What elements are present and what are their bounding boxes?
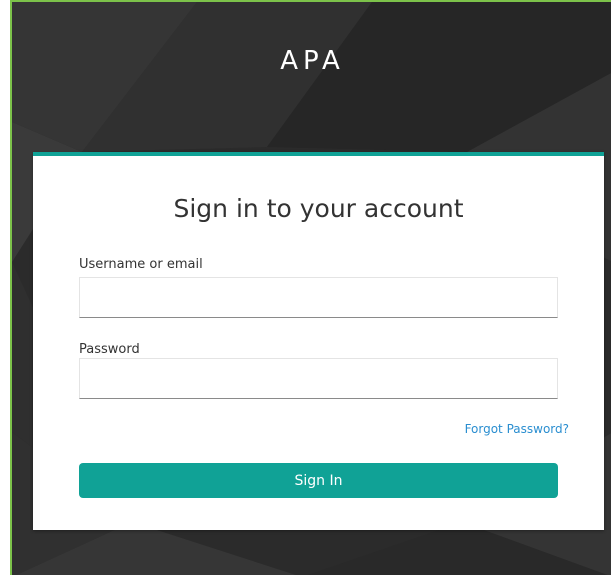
- app-window: APA Sign in to your account Username or …: [10, 0, 611, 575]
- page-title: Sign in to your account: [173, 194, 464, 223]
- password-field[interactable]: [79, 358, 558, 399]
- password-label: Password: [79, 342, 140, 357]
- brand-title: APA: [280, 46, 345, 76]
- login-page: APA Sign in to your account Username or …: [0, 0, 611, 575]
- forgot-password-link[interactable]: Forgot Password?: [465, 422, 569, 436]
- username-label: Username or email: [79, 257, 203, 272]
- login-card: Sign in to your account Username or emai…: [33, 152, 604, 530]
- sign-in-button[interactable]: Sign In: [79, 463, 558, 498]
- username-field[interactable]: [79, 277, 558, 318]
